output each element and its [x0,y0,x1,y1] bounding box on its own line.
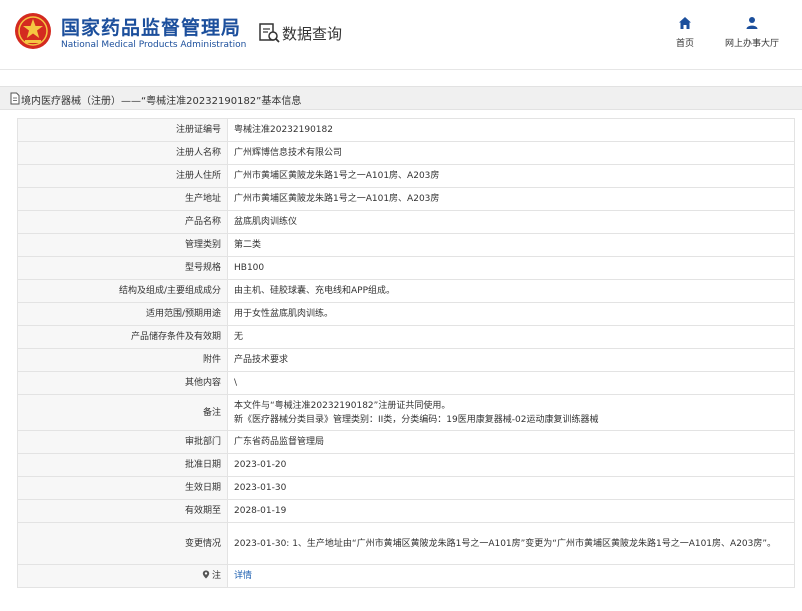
nav-home[interactable]: 首页 [670,16,700,49]
row-value: 用于女性盆底肌肉训练。 [227,302,795,326]
row-label: 生效日期 [17,476,228,500]
row-label: 产品名称 [17,210,228,234]
table-row: 生效日期 2023-01-30 [17,476,795,500]
home-icon [679,17,691,29]
row-value: 2023-01-30: 1、生产地址由“广州市黄埔区黄陂龙朱路1号之一A101房… [227,522,795,565]
row-value: 2028-01-19 [227,499,795,523]
row-value: 粤械注准20232190182 [227,118,795,142]
nav-home-label: 首页 [675,39,694,49]
table-row: 审批部门 广东省药品监督管理局 [17,430,795,454]
row-label: 有效期至 [17,499,228,523]
row-label: 型号规格 [17,256,228,280]
table-row: 注册证编号 粤械注准20232190182 [17,118,795,142]
row-label: 生产地址 [17,187,228,211]
row-label: 结构及组成/主要组成成分 [17,279,228,303]
row-label: 管理类别 [17,233,228,257]
table-row: 批准日期 2023-01-20 [17,453,795,477]
document-icon [10,92,20,105]
row-value: 广州市黄埔区黄陂龙朱路1号之一A101房、A203房 [227,164,795,188]
table-row: 结构及组成/主要组成成分 由主机、硅胶球囊、充电线和APP组成。 [17,279,795,303]
row-label: 变更情况 [17,522,228,565]
data-query-icon [259,23,280,43]
table-row: 管理类别 第二类 [17,233,795,257]
row-value: 本文件与“粤械注准20232190182”注册证共同使用。 新《医疗器械分类目录… [227,394,795,431]
table-row: 附件 产品技术要求 [17,348,795,372]
table-row: 生产地址 广州市黄埔区黄陂龙朱路1号之一A101房、A203房 [17,187,795,211]
row-value: 详情 [227,564,795,588]
row-value: 无 [227,325,795,349]
row-label: 产品储存条件及有效期 [17,325,228,349]
registration-detail-table: 注册证编号 粤械注准20232190182 注册人名称 广州辉博信息技术有限公司… [17,118,795,588]
person-icon [746,17,758,29]
row-value: HB100 [227,256,795,280]
pin-icon [202,570,210,579]
row-label-note: 注 [17,564,228,588]
row-value: 2023-01-30 [227,476,795,500]
row-value: 广州市黄埔区黄陂龙朱路1号之一A101房、A203房 [227,187,795,211]
row-value: 第二类 [227,233,795,257]
table-row: 注册人名称 广州辉博信息技术有限公司 [17,141,795,165]
remark-line-2: 新《医疗器械分类目录》管理类别：II类，分类编码：19医用康复器械-02运动康复… [234,414,599,425]
logo-title-cn[interactable]: 国家药品监督管理局 [61,13,241,40]
row-label: 审批部门 [17,430,228,454]
row-label: 注册证编号 [17,118,228,142]
table-row: 产品储存条件及有效期 无 [17,325,795,349]
row-value: \ [227,371,795,395]
row-value: 广东省药品监督管理局 [227,430,795,454]
table-row: 型号规格 HB100 [17,256,795,280]
table-row: 变更情况 2023-01-30: 1、生产地址由“广州市黄埔区黄陂龙朱路1号之一… [17,522,795,565]
table-row: 有效期至 2028-01-19 [17,499,795,523]
note-label-text: 注 [211,571,221,581]
row-label: 其他内容 [17,371,228,395]
row-label: 批准日期 [17,453,228,477]
row-value: 2023-01-20 [227,453,795,477]
table-row: 备注 本文件与“粤械注准20232190182”注册证共同使用。 新《医疗器械分… [17,394,795,431]
nav-online-hall-label: 网上办事大厅 [724,39,779,49]
site-header: 国家药品监督管理局 National Medical Products Admi… [0,0,802,70]
nav-online-hall[interactable]: 网上办事大厅 [718,16,786,49]
data-query-title: 数据查询 [282,25,343,43]
row-label: 注册人名称 [17,141,228,165]
row-label: 备注 [17,394,228,431]
row-label: 注册人住所 [17,164,228,188]
table-row: 适用范围/预期用途 用于女性盆底肌肉训练。 [17,302,795,326]
table-row: 其他内容 \ [17,371,795,395]
logo-title-en[interactable]: National Medical Products Administration [61,40,246,50]
row-value: 由主机、硅胶球囊、充电线和APP组成。 [227,279,795,303]
row-label: 附件 [17,348,228,372]
table-row: 产品名称 盆底肌肉训练仪 [17,210,795,234]
table-row: 注册人住所 广州市黄埔区黄陂龙朱路1号之一A101房、A203房 [17,164,795,188]
remark-line-1: 本文件与“粤械注准20232190182”注册证共同使用。 [234,400,451,411]
row-value: 盆底肌肉训练仪 [227,210,795,234]
page-title: 境内医疗器械（注册）——“粤械注准20232190182”基本信息 [21,96,302,107]
row-value: 广州辉博信息技术有限公司 [227,141,795,165]
table-row: 注 详情 [17,564,795,588]
page-title-bar: 境内医疗器械（注册）——“粤械注准20232190182”基本信息 [0,86,802,110]
details-link[interactable]: 详情 [234,571,252,581]
nmpa-emblem-icon[interactable] [14,12,52,50]
row-label: 适用范围/预期用途 [17,302,228,326]
row-value: 产品技术要求 [227,348,795,372]
